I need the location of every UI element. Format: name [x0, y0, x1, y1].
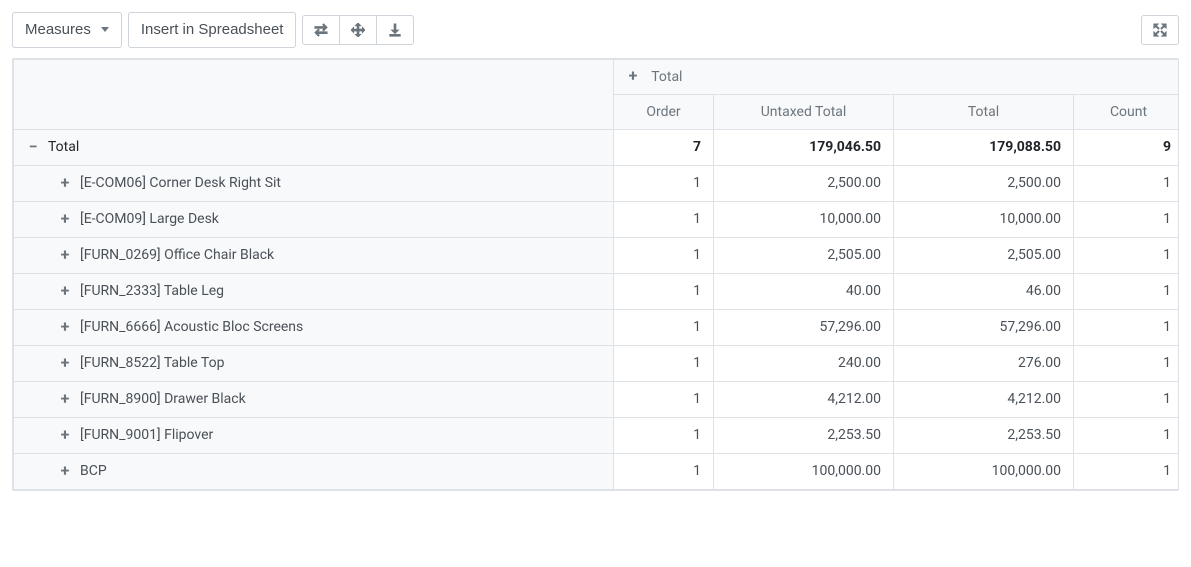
cell-count: 1 [1074, 453, 1180, 489]
plus-icon: + [58, 212, 72, 226]
row-label: [FURN_0269] Office Chair Black [80, 247, 274, 263]
exchange-icon [314, 23, 328, 37]
cell-order: 1 [614, 237, 714, 273]
plus-icon: + [58, 356, 72, 370]
cell-untaxed: 100,000.00 [714, 453, 894, 489]
cell-count: 1 [1074, 345, 1180, 381]
cell-untaxed: 179,046.50 [714, 129, 894, 165]
row-header[interactable]: + [FURN_0269] Office Chair Black [14, 237, 614, 273]
cell-total: 100,000.00 [894, 453, 1074, 489]
cell-untaxed: 2,505.00 [714, 237, 894, 273]
measures-button[interactable]: Measures [12, 12, 122, 48]
row-group-total[interactable]: − Total [14, 129, 614, 165]
cell-untaxed: 4,212.00 [714, 381, 894, 417]
cell-order: 1 [614, 453, 714, 489]
minus-icon: − [26, 140, 40, 154]
cell-untaxed: 57,296.00 [714, 309, 894, 345]
cell-order: 1 [614, 309, 714, 345]
cell-order: 1 [614, 201, 714, 237]
row-header[interactable]: + BCP [14, 453, 614, 489]
expand-all-button[interactable] [339, 15, 377, 45]
cell-count: 1 [1074, 273, 1180, 309]
download-icon [388, 23, 402, 37]
cell-count: 1 [1074, 165, 1180, 201]
cell-untaxed: 2,500.00 [714, 165, 894, 201]
column-group-total[interactable]: + Total [614, 59, 1180, 94]
cell-count: 1 [1074, 237, 1180, 273]
total-row-label: Total [48, 139, 79, 155]
plus-icon: + [58, 392, 72, 406]
plus-icon: + [58, 284, 72, 298]
cell-count: 9 [1074, 129, 1180, 165]
cell-total: 46.00 [894, 273, 1074, 309]
row-label: [E-COM09] Large Desk [80, 211, 219, 227]
cell-total: 57,296.00 [894, 309, 1074, 345]
cell-count: 1 [1074, 309, 1180, 345]
download-button[interactable] [376, 15, 414, 45]
cell-total: 2,500.00 [894, 165, 1074, 201]
column-group-label: Total [651, 69, 682, 85]
cell-total: 179,088.50 [894, 129, 1074, 165]
col-header-total[interactable]: Total [894, 94, 1074, 129]
plus-icon: + [58, 248, 72, 262]
row-header[interactable]: + [FURN_8522] Table Top [14, 345, 614, 381]
cell-order: 7 [614, 129, 714, 165]
plus-icon: + [626, 69, 640, 83]
row-header[interactable]: + [FURN_2333] Table Leg [14, 273, 614, 309]
plus-icon: + [58, 428, 72, 442]
cell-total: 2,253.50 [894, 417, 1074, 453]
cell-untaxed: 10,000.00 [714, 201, 894, 237]
cell-order: 1 [614, 165, 714, 201]
row-label: [FURN_9001] Flipover [80, 427, 213, 443]
row-header[interactable]: + [E-COM06] Corner Desk Right Sit [14, 165, 614, 201]
col-header-order[interactable]: Order [614, 94, 714, 129]
cell-total: 276.00 [894, 345, 1074, 381]
col-header-count[interactable]: Count [1074, 94, 1180, 129]
plus-icon: + [58, 176, 72, 190]
caret-down-icon [101, 27, 109, 32]
cell-count: 1 [1074, 381, 1180, 417]
row-label: BCP [80, 463, 107, 479]
col-header-untaxed[interactable]: Untaxed Total [714, 94, 894, 129]
pivot-table-container: + Total Order Untaxed Total Total Count … [12, 58, 1179, 491]
pivot-action-group [302, 15, 414, 45]
row-header[interactable]: + [E-COM09] Large Desk [14, 201, 614, 237]
row-header[interactable]: + [FURN_9001] Flipover [14, 417, 614, 453]
cell-total: 10,000.00 [894, 201, 1074, 237]
expand-icon [1153, 23, 1167, 37]
row-label: [FURN_8522] Table Top [80, 355, 224, 371]
cell-total: 4,212.00 [894, 381, 1074, 417]
row-label: [FURN_2333] Table Leg [80, 283, 224, 299]
cell-untaxed: 40.00 [714, 273, 894, 309]
row-label: [FURN_6666] Acoustic Bloc Screens [80, 319, 303, 335]
row-label: [E-COM06] Corner Desk Right Sit [80, 175, 281, 191]
toolbar: Measures Insert in Spreadsheet [12, 12, 1179, 48]
cell-count: 1 [1074, 201, 1180, 237]
cell-order: 1 [614, 345, 714, 381]
pivot-table: + Total Order Untaxed Total Total Count … [13, 59, 1179, 490]
cell-order: 1 [614, 417, 714, 453]
cell-order: 1 [614, 273, 714, 309]
measures-label: Measures [25, 20, 91, 40]
cell-count: 1 [1074, 417, 1180, 453]
plus-icon: + [58, 464, 72, 478]
cell-untaxed: 240.00 [714, 345, 894, 381]
arrows-move-icon [351, 23, 365, 37]
insert-spreadsheet-button[interactable]: Insert in Spreadsheet [128, 12, 297, 48]
plus-icon: + [58, 320, 72, 334]
insert-spreadsheet-label: Insert in Spreadsheet [141, 20, 284, 40]
cell-order: 1 [614, 381, 714, 417]
cell-total: 2,505.00 [894, 237, 1074, 273]
row-header[interactable]: + [FURN_8900] Drawer Black [14, 381, 614, 417]
row-header[interactable]: + [FURN_6666] Acoustic Bloc Screens [14, 309, 614, 345]
row-label: [FURN_8900] Drawer Black [80, 391, 246, 407]
pivot-corner-cell [14, 59, 614, 129]
flip-axis-button[interactable] [302, 15, 340, 45]
cell-untaxed: 2,253.50 [714, 417, 894, 453]
fullscreen-button[interactable] [1141, 15, 1179, 45]
